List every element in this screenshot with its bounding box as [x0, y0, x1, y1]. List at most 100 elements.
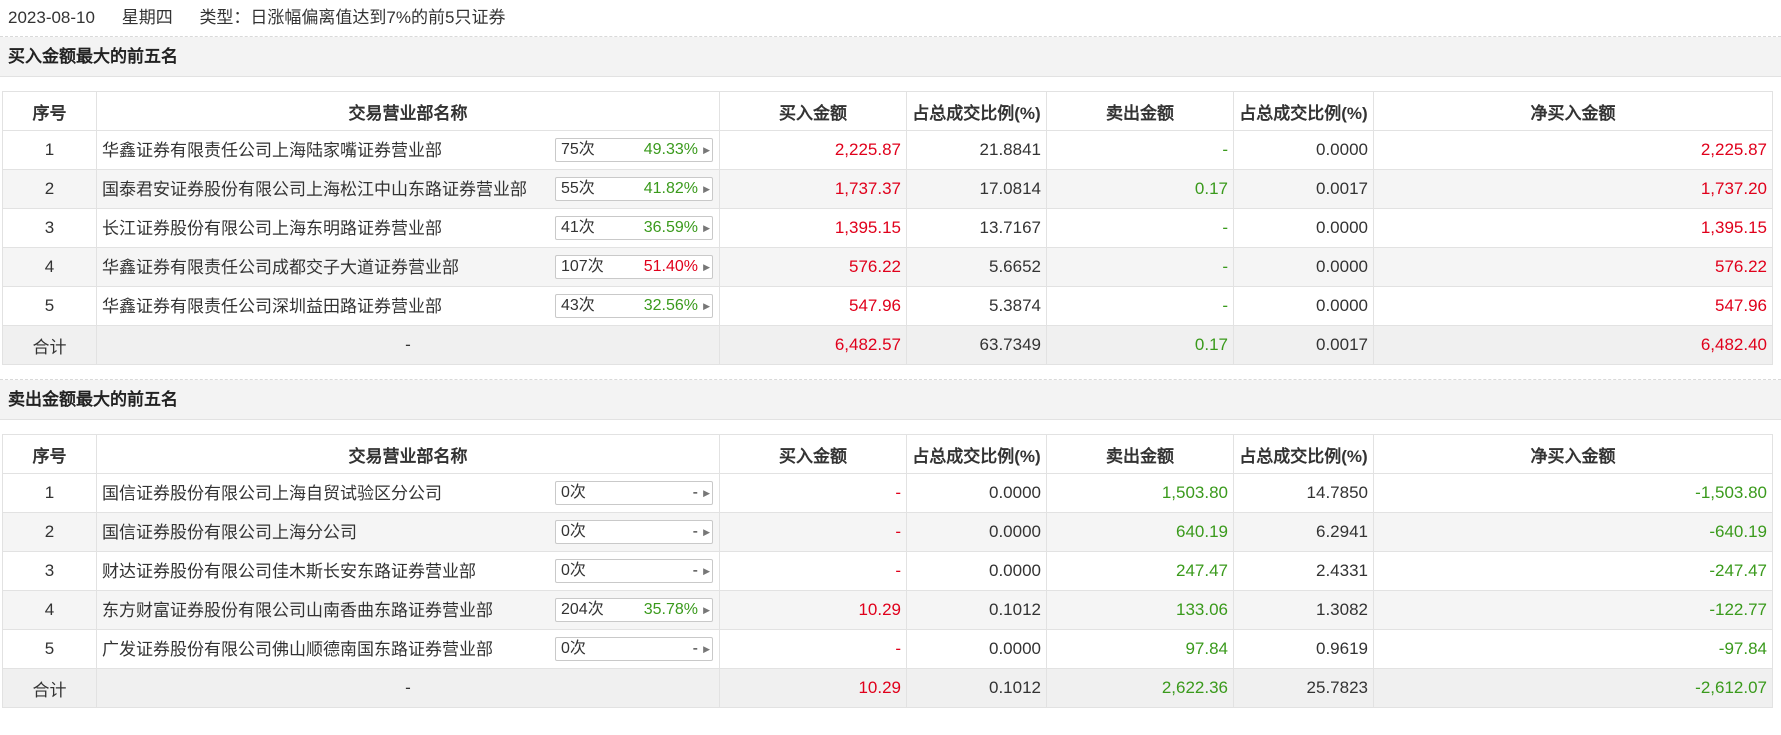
table-row: 1 华鑫证券有限责任公司上海陆家嘴证券营业部 75次 49.33% ▶ 2,225.87 2…: [2, 130, 1773, 170]
table-row: 2 国信证券股份有限公司上海分公司 0次 - ▶ -0.0000 640.19 6.2941-…: [2, 512, 1773, 552]
total-row: 合计 -10.29 0.1012 2,622.36 25.7823 -2,612.07: [2, 668, 1773, 708]
branch-name-link[interactable]: 财达证券股份有限公司佳木斯长安东路证券营业部: [102, 552, 476, 591]
col-header-net: 净买入金额: [1373, 91, 1773, 131]
row-index: 3: [2, 551, 97, 591]
branch-cell: 广发证券股份有限公司佛山顺德南国东路证券营业部 0次 - ▶: [96, 629, 720, 669]
buy-amount: -: [719, 512, 907, 552]
win-rate: 35.78%: [643, 601, 698, 618]
branch-name-link[interactable]: 华鑫证券有限责任公司成都交子大道证券营业部: [102, 248, 459, 287]
branch-name-link[interactable]: 国信证券股份有限公司上海分公司: [102, 513, 357, 552]
row-index: 5: [2, 286, 97, 326]
branch-stats-button[interactable]: 0次 - ▶: [555, 559, 713, 583]
branch-stats-button[interactable]: 0次 - ▶: [555, 637, 713, 661]
branch-name-link[interactable]: 长江证券股份有限公司上海东明路证券营业部: [102, 209, 442, 248]
col-header-branch: 交易营业部名称: [96, 91, 720, 131]
branch-stats-button[interactable]: 0次 - ▶: [555, 520, 713, 544]
buy-amount: 576.22: [719, 247, 907, 287]
sell-table: 序号 交易营业部名称 买入金额 占总成交比例(%) 卖出金额 占总成交比例(%)…: [2, 434, 1773, 708]
total-sell-amount: 0.17: [1046, 325, 1234, 365]
buy-amount: -: [719, 551, 907, 591]
chevron-right-icon: ▶: [703, 644, 710, 654]
sell-ratio: 1.3082: [1233, 590, 1374, 630]
branch-name-link[interactable]: 华鑫证券有限责任公司上海陆家嘴证券营业部: [102, 131, 442, 170]
win-rate: -: [692, 484, 698, 501]
branch-cell: 华鑫证券有限责任公司上海陆家嘴证券营业部 75次 49.33% ▶: [96, 130, 720, 170]
buy-amount: -: [719, 629, 907, 669]
table-row: 5 华鑫证券有限责任公司深圳益田路证券营业部 43次 32.56% ▶ 547.96 5.3…: [2, 286, 1773, 326]
total-branch: -: [96, 325, 720, 365]
col-header-sell-pct: 占总成交比例(%): [1233, 91, 1374, 131]
sell-ratio: 6.2941: [1233, 512, 1374, 552]
branch-stats-button[interactable]: 41次 36.59% ▶: [555, 216, 713, 240]
col-header-branch: 交易营业部名称: [96, 434, 720, 474]
row-index: 2: [2, 169, 97, 209]
branch-name-link[interactable]: 国泰君安证券股份有限公司上海松江中山东路证券营业部: [102, 170, 527, 209]
col-header-buy: 买入金额: [719, 91, 907, 131]
win-rate: 32.56%: [643, 297, 698, 314]
win-rate: 49.33%: [643, 141, 698, 158]
net-amount: 1,737.20: [1373, 169, 1773, 209]
table-row: 4 东方财富证券股份有限公司山南香曲东路证券营业部 204次 35.78% ▶ 10.29…: [2, 590, 1773, 630]
branch-name-link[interactable]: 国信证券股份有限公司上海自贸试验区分公司: [102, 474, 442, 513]
sell-amount: 97.84: [1046, 629, 1234, 669]
sell-ratio: 0.0000: [1233, 130, 1374, 170]
buy-amount: 1,737.37: [719, 169, 907, 209]
buy-amount: 10.29: [719, 590, 907, 630]
branch-name-link[interactable]: 东方财富证券股份有限公司山南香曲东路证券营业部: [102, 591, 493, 630]
branch-cell: 国信证券股份有限公司上海自贸试验区分公司 0次 - ▶: [96, 473, 720, 513]
total-buy-amount: 10.29: [719, 668, 907, 708]
row-index: 4: [2, 247, 97, 287]
buy-ratio: 13.7167: [906, 208, 1047, 248]
table-row: 2 国泰君安证券股份有限公司上海松江中山东路证券营业部 55次 41.82% ▶ 1,73…: [2, 169, 1773, 209]
branch-cell: 东方财富证券股份有限公司山南香曲东路证券营业部 204次 35.78% ▶: [96, 590, 720, 630]
sell-amount: 1,503.80: [1046, 473, 1234, 513]
net-amount: 1,395.15: [1373, 208, 1773, 248]
branch-cell: 华鑫证券有限责任公司成都交子大道证券营业部 107次 51.40% ▶: [96, 247, 720, 287]
buy-amount: 1,395.15: [719, 208, 907, 248]
sell-amount: 133.06: [1046, 590, 1234, 630]
branch-stats-button[interactable]: 0次 - ▶: [555, 481, 713, 505]
sell-ratio: 0.0000: [1233, 208, 1374, 248]
chevron-right-icon: ▶: [703, 566, 710, 576]
buy-ratio: 5.3874: [906, 286, 1047, 326]
buy-ratio: 0.0000: [906, 473, 1047, 513]
branch-stats-button[interactable]: 204次 35.78% ▶: [555, 598, 713, 622]
buy-ratio: 21.8841: [906, 130, 1047, 170]
net-amount: -97.84: [1373, 629, 1773, 669]
branch-stats-button[interactable]: 55次 41.82% ▶: [555, 177, 713, 201]
branch-name-link[interactable]: 广发证券股份有限公司佛山顺德南国东路证券营业部: [102, 630, 493, 669]
net-amount: -247.47: [1373, 551, 1773, 591]
branch-stats-button[interactable]: 107次 51.40% ▶: [555, 255, 713, 279]
net-amount: -1,503.80: [1373, 473, 1773, 513]
sell-amount: -: [1046, 286, 1234, 326]
col-header-sell-pct: 占总成交比例(%): [1233, 434, 1374, 474]
chevron-right-icon: ▶: [703, 184, 710, 194]
sell-ratio: 2.4331: [1233, 551, 1374, 591]
table-row: 3 财达证券股份有限公司佳木斯长安东路证券营业部 0次 - ▶ -0.0000 247.47…: [2, 551, 1773, 591]
table-header-row: 序号 交易营业部名称 买入金额 占总成交比例(%) 卖出金额 占总成交比例(%)…: [2, 434, 1773, 474]
net-amount: 576.22: [1373, 247, 1773, 287]
total-sell-amount: 2,622.36: [1046, 668, 1234, 708]
buy-ratio: 17.0814: [906, 169, 1047, 209]
branch-stats-button[interactable]: 43次 32.56% ▶: [555, 294, 713, 318]
sell-amount: -: [1046, 208, 1234, 248]
total-buy-ratio: 0.1012: [906, 668, 1047, 708]
col-header-buy-pct: 占总成交比例(%): [906, 434, 1047, 474]
branch-name-link[interactable]: 华鑫证券有限责任公司深圳益田路证券营业部: [102, 287, 442, 326]
listing-count: 0次: [561, 562, 586, 579]
buy-ratio: 0.1012: [906, 590, 1047, 630]
branch-cell: 财达证券股份有限公司佳木斯长安东路证券营业部 0次 - ▶: [96, 551, 720, 591]
chevron-right-icon: ▶: [703, 223, 710, 233]
buy-ratio: 0.0000: [906, 629, 1047, 669]
branch-stats-button[interactable]: 75次 49.33% ▶: [555, 138, 713, 162]
total-label: 合计: [2, 325, 97, 365]
net-amount: -122.77: [1373, 590, 1773, 630]
row-index: 3: [2, 208, 97, 248]
sell-section-title: 卖出金额最大的前五名: [0, 380, 1781, 420]
win-rate: 36.59%: [643, 219, 698, 236]
chevron-right-icon: ▶: [703, 262, 710, 272]
table-row: 5 广发证券股份有限公司佛山顺德南国东路证券营业部 0次 - ▶ -0.0000 97.84…: [2, 629, 1773, 669]
buy-ratio: 0.0000: [906, 512, 1047, 552]
chevron-right-icon: ▶: [703, 488, 710, 498]
chevron-right-icon: ▶: [703, 301, 710, 311]
